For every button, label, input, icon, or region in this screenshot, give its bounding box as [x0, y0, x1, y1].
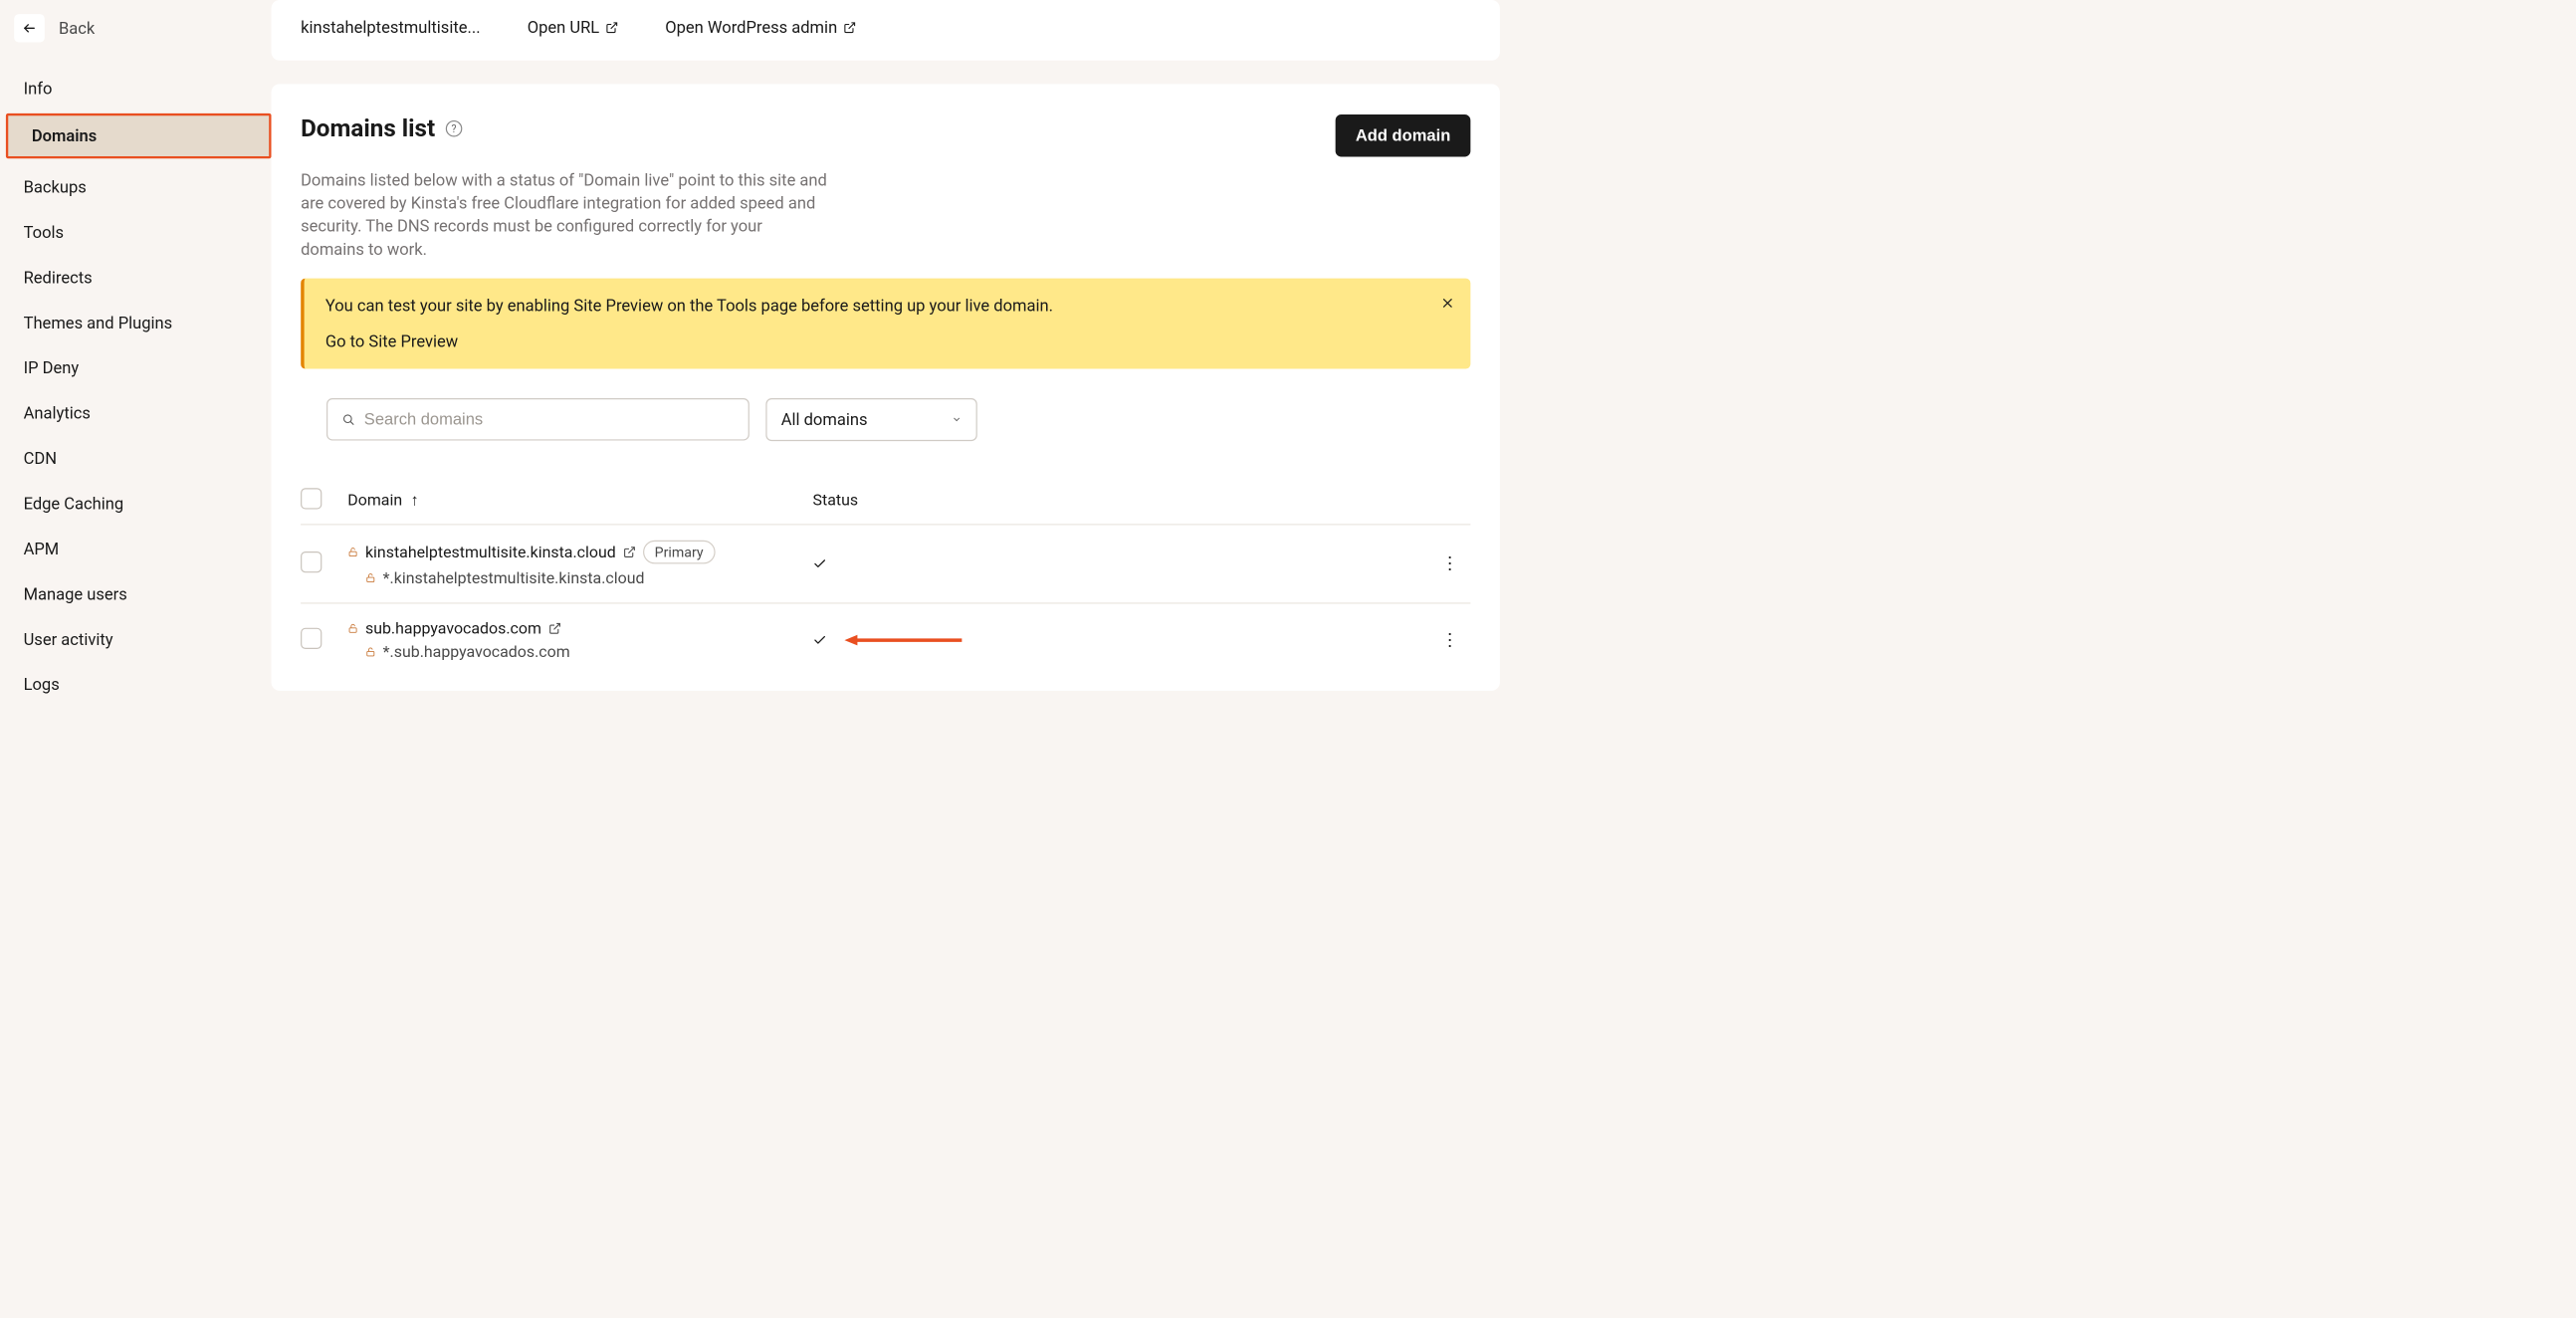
sidebar-item-ip-deny[interactable]: IP Deny	[0, 347, 272, 388]
annotation-arrow-icon	[844, 633, 962, 647]
domains-card: Domains list ? Add domain Domains listed…	[272, 84, 1500, 690]
table-header: Domain ↑ Status	[301, 476, 1470, 525]
page-description: Domains listed below with a status of "D…	[272, 168, 859, 260]
external-link-icon[interactable]	[548, 622, 561, 635]
sidebar-item-label: Tools	[24, 223, 64, 242]
sidebar-item-label: Edge Caching	[24, 494, 124, 513]
column-header-status[interactable]: Status	[813, 491, 1400, 510]
domain-name[interactable]: sub.happyavocados.com	[365, 619, 541, 638]
external-link-icon	[605, 21, 618, 34]
back-label[interactable]: Back	[59, 19, 95, 38]
sidebar-item-tools[interactable]: Tools	[0, 212, 272, 253]
search-domains-input[interactable]	[326, 398, 750, 440]
wildcard-domain: *.kinstahelptestmultisite.kinsta.cloud	[383, 568, 645, 587]
sidebar-item-info[interactable]: Info	[0, 68, 272, 109]
table-row: kinstahelptestmultisite.kinsta.cloud Pri…	[301, 525, 1470, 603]
domain-filter-select[interactable]: All domains	[765, 398, 976, 441]
external-link-icon	[843, 21, 856, 34]
open-url-link[interactable]: Open URL	[528, 18, 618, 37]
sidebar-item-cdn[interactable]: CDN	[0, 438, 272, 479]
wildcard-domain: *.sub.happyavocados.com	[383, 642, 570, 661]
row-checkbox[interactable]	[301, 551, 322, 572]
sidebar-item-themes-plugins[interactable]: Themes and Plugins	[0, 303, 272, 343]
banner-link[interactable]: Go to Site Preview	[325, 331, 458, 350]
sidebar-item-label: IP Deny	[24, 358, 80, 377]
sidebar-item-manage-users[interactable]: Manage users	[0, 573, 272, 614]
back-button[interactable]	[14, 14, 45, 42]
sidebar-item-logs[interactable]: Logs	[0, 664, 272, 705]
open-url-label: Open URL	[528, 18, 599, 37]
sidebar-item-label: Domains	[32, 126, 97, 145]
sidebar-item-edge-caching[interactable]: Edge Caching	[0, 484, 272, 525]
search-field[interactable]	[364, 410, 735, 429]
lock-open-icon	[365, 572, 376, 583]
site-name: kinstahelptestmultisite...	[301, 18, 480, 37]
chevron-down-icon	[952, 414, 963, 425]
arrow-left-icon	[22, 21, 36, 35]
sidebar-nav: Info Domains Backups Tools Redirects The…	[0, 68, 272, 709]
main-content: kinstahelptestmultisite... Open URL Open…	[272, 0, 1520, 710]
external-link-icon[interactable]	[623, 546, 636, 558]
select-value: All domains	[781, 410, 868, 429]
sidebar-item-apm[interactable]: APM	[0, 529, 272, 569]
domain-name[interactable]: kinstahelptestmultisite.kinsta.cloud	[365, 543, 616, 561]
domains-table: Domain ↑ Status kinstahelptestmultisite.…	[272, 476, 1500, 676]
sidebar-item-user-activity[interactable]: User activity	[0, 619, 272, 660]
sidebar-item-analytics[interactable]: Analytics	[0, 393, 272, 434]
sidebar-item-label: Backups	[24, 177, 87, 196]
select-all-checkbox[interactable]	[301, 488, 322, 509]
sidebar-item-label: Logs	[24, 675, 60, 694]
sidebar-item-label: Themes and Plugins	[24, 313, 173, 331]
sidebar-item-label: Info	[24, 79, 53, 98]
search-icon	[341, 413, 354, 426]
page-title: Domains list	[301, 114, 435, 142]
sidebar-item-label: Redirects	[24, 268, 93, 287]
sidebar-item-label: CDN	[24, 449, 57, 468]
lock-open-icon	[365, 646, 376, 657]
col-domain-label: Domain	[347, 491, 402, 510]
status-check-icon	[813, 633, 827, 647]
add-domain-button[interactable]: Add domain	[1336, 114, 1471, 156]
sidebar-item-label: User activity	[24, 629, 113, 648]
open-wp-admin-link[interactable]: Open WordPress admin	[665, 18, 856, 37]
close-icon	[1441, 297, 1454, 310]
lock-open-icon	[347, 623, 358, 634]
row-actions-menu[interactable]: ⋮	[1441, 553, 1459, 574]
column-header-domain[interactable]: Domain ↑	[347, 491, 812, 510]
col-status-label: Status	[813, 491, 859, 510]
banner-message: You can test your site by enabling Site …	[325, 296, 1449, 315]
open-wp-label: Open WordPress admin	[665, 18, 837, 37]
help-icon[interactable]: ?	[446, 120, 463, 137]
sidebar-item-label: Manage users	[24, 584, 127, 603]
sort-arrow-up-icon: ↑	[411, 491, 419, 510]
primary-badge: Primary	[643, 541, 716, 564]
sidebar-item-label: Analytics	[24, 403, 91, 422]
row-checkbox[interactable]	[301, 628, 322, 649]
sidebar-item-domains[interactable]: Domains	[6, 113, 272, 158]
row-actions-menu[interactable]: ⋮	[1441, 630, 1459, 651]
sidebar-item-backups[interactable]: Backups	[0, 167, 272, 208]
table-row: sub.happyavocados.com *.sub.happyavocado…	[301, 603, 1470, 676]
lock-open-icon	[347, 547, 358, 557]
status-check-icon	[813, 556, 827, 570]
info-banner: You can test your site by enabling Site …	[301, 279, 1470, 369]
banner-close-button[interactable]	[1441, 295, 1454, 314]
sidebar-item-redirects[interactable]: Redirects	[0, 257, 272, 298]
site-header-card: kinstahelptestmultisite... Open URL Open…	[272, 0, 1500, 61]
add-domain-label: Add domain	[1356, 126, 1450, 144]
sidebar-item-label: APM	[24, 540, 60, 558]
sidebar: Back Info Domains Backups Tools Redirect…	[0, 0, 272, 710]
